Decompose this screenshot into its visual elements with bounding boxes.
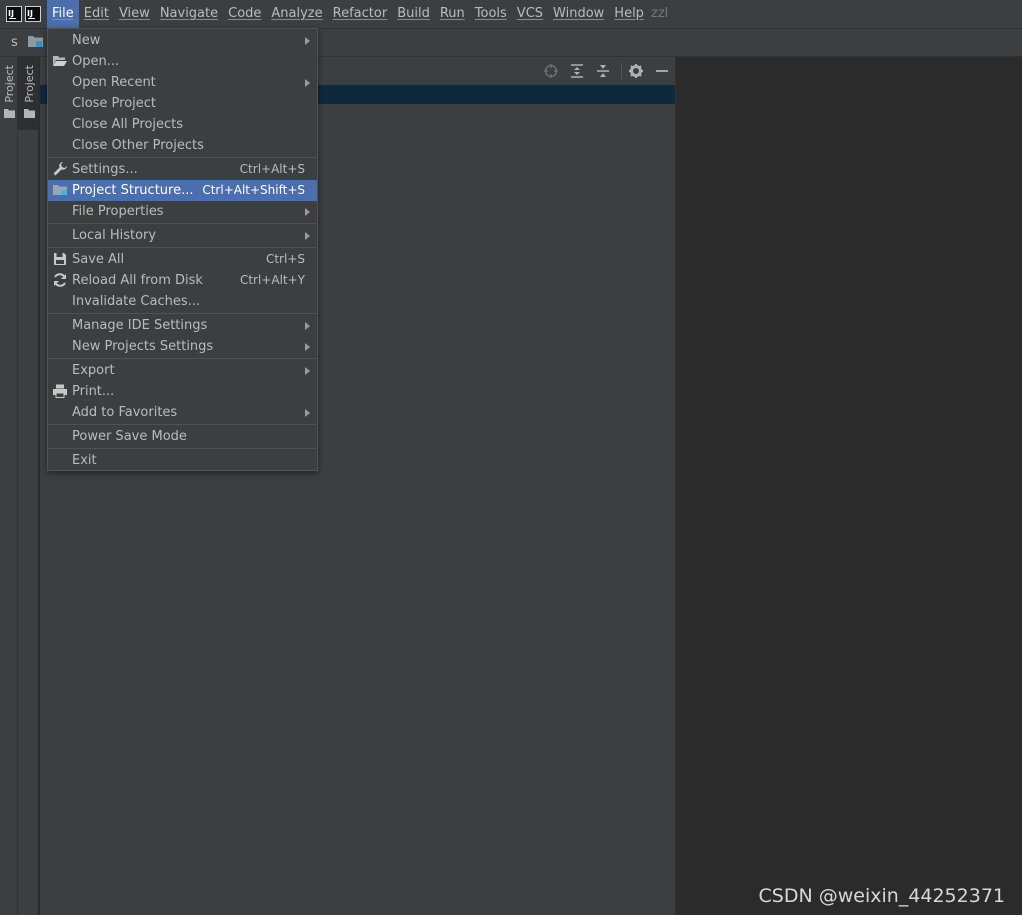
project-tool-tab[interactable]: Project <box>23 65 36 103</box>
toolbar-separator <box>621 63 622 79</box>
menu-item-label: Open Recent <box>72 75 156 90</box>
window-title: zzl <box>651 6 669 21</box>
menu-item-open[interactable]: Open... <box>48 51 317 72</box>
menu-item-close-project[interactable]: Close Project <box>48 93 317 114</box>
menu-window[interactable]: Window <box>548 0 609 28</box>
menu-item-label: Exit <box>72 453 97 468</box>
menu-item-label: Close All Projects <box>72 117 184 132</box>
menu-item-reload-all-from-disk[interactable]: Reload All from Disk Ctrl+Alt+Y <box>48 270 317 291</box>
menu-item-new-projects-settings[interactable]: New Projects Settings <box>48 336 317 357</box>
menu-separator <box>48 448 317 449</box>
submenu-arrow-icon <box>305 37 310 45</box>
menu-item-power-save-mode[interactable]: Power Save Mode <box>48 426 317 447</box>
submenu-arrow-icon <box>305 208 310 216</box>
save-icon <box>54 253 66 265</box>
locate-icon[interactable] <box>543 63 559 79</box>
menu-item-label: Project Structure... <box>72 183 194 198</box>
menu-item-shortcut: Ctrl+S <box>265 252 305 266</box>
gear-icon[interactable] <box>628 63 644 79</box>
menu-item-print[interactable]: Print... <box>48 381 317 402</box>
minimize-icon[interactable] <box>654 63 670 79</box>
breadcrumb[interactable]: s <box>11 35 18 50</box>
menu-view[interactable]: View <box>114 0 155 28</box>
menu-separator <box>48 358 317 359</box>
menu-code[interactable]: Code <box>223 0 266 28</box>
menu-item-new[interactable]: New <box>48 30 317 51</box>
menu-item-close-all-projects[interactable]: Close All Projects <box>48 114 317 135</box>
menu-run[interactable]: Run <box>435 0 470 28</box>
menu-item-label: New <box>72 33 101 48</box>
submenu-arrow-icon <box>305 79 310 87</box>
refresh-icon <box>54 273 66 287</box>
menu-item-export[interactable]: Export <box>48 360 317 381</box>
editor-area <box>676 57 1022 915</box>
menu-item-label: Manage IDE Settings <box>72 318 208 333</box>
tool-window-strip: Project <box>18 57 39 915</box>
menu-refactor[interactable]: Refactor <box>328 0 393 28</box>
menu-item-label: Open... <box>72 54 120 69</box>
open-folder-icon <box>53 56 67 66</box>
menu-item-label: Export <box>72 363 115 378</box>
menu-tools[interactable]: Tools <box>470 0 512 28</box>
menu-file[interactable]: File <box>47 0 79 28</box>
menu-item-exit[interactable]: Exit <box>48 450 317 471</box>
menu-item-open-recent[interactable]: Open Recent <box>48 72 317 93</box>
menu-build[interactable]: Build <box>392 0 435 28</box>
menu-item-label: Power Save Mode <box>72 429 187 444</box>
menu-separator <box>48 424 317 425</box>
expand-all-icon[interactable] <box>569 63 585 79</box>
menu-item-project-structure[interactable]: Project Structure... Ctrl+Alt+Shift+S <box>48 180 317 201</box>
menu-vcs[interactable]: VCS <box>512 0 548 28</box>
menu-item-add-to-favorites[interactable]: Add to Favorites <box>48 402 317 423</box>
submenu-arrow-icon <box>305 232 310 240</box>
project-tool-tab[interactable]: Project <box>3 65 16 103</box>
menu-item-save-all[interactable]: Save All Ctrl+S <box>48 249 317 270</box>
menu-item-label: Add to Favorites <box>72 405 178 420</box>
menu-item-label: Close Project <box>72 96 157 111</box>
intellij-logo-icon: IJ <box>6 6 22 22</box>
menu-item-invalidate-caches[interactable]: Invalidate Caches... <box>48 291 317 312</box>
menu-item-close-other-projects[interactable]: Close Other Projects <box>48 135 317 156</box>
folder-icon <box>28 36 43 47</box>
tool-window-strip: Project <box>0 57 18 915</box>
menu-item-label: Invalidate Caches... <box>72 294 201 309</box>
project-structure-icon <box>53 185 67 195</box>
menu-item-label: Save All <box>72 252 125 267</box>
menu-help[interactable]: Help <box>609 0 649 28</box>
submenu-arrow-icon <box>305 367 310 375</box>
printer-icon <box>53 384 67 398</box>
folder-icon <box>4 109 15 118</box>
menu-edit[interactable]: Edit <box>79 0 114 28</box>
intellij-logo-icon: IJ <box>25 6 41 22</box>
folder-icon <box>24 109 35 118</box>
menu-item-manage-ide-settings[interactable]: Manage IDE Settings <box>48 315 317 336</box>
submenu-arrow-icon <box>305 409 310 417</box>
wrench-icon <box>53 162 67 176</box>
menu-item-label: Local History <box>72 228 157 243</box>
menu-separator <box>48 157 317 158</box>
file-menu-dropdown: New Open... Open Recent Close Project Cl… <box>47 28 318 471</box>
menu-item-local-history[interactable]: Local History <box>48 225 317 246</box>
menu-separator <box>48 313 317 314</box>
menu-bar: IJ IJ File Edit View Navigate Code Analy… <box>0 0 1022 29</box>
menu-separator <box>48 247 317 248</box>
menu-analyze[interactable]: Analyze <box>266 0 327 28</box>
menu-item-file-properties[interactable]: File Properties <box>48 201 317 222</box>
menu-separator <box>48 223 317 224</box>
menu-item-label: File Properties <box>72 204 164 219</box>
menu-item-shortcut: Ctrl+Alt+Shift+S <box>202 183 305 197</box>
menu-item-settings[interactable]: Settings... Ctrl+Alt+S <box>48 159 317 180</box>
menu-item-label: Reload All from Disk <box>72 273 203 288</box>
menu-item-shortcut: Ctrl+Alt+Y <box>239 273 305 287</box>
watermark: CSDN @weixin_44252371 <box>758 885 1006 907</box>
submenu-arrow-icon <box>305 343 310 351</box>
menu-item-label: Print... <box>72 384 115 399</box>
menu-item-label: New Projects Settings <box>72 339 214 354</box>
menu-item-label: Close Other Projects <box>72 138 204 153</box>
submenu-arrow-icon <box>305 322 310 330</box>
collapse-all-icon[interactable] <box>595 63 611 79</box>
menu-navigate[interactable]: Navigate <box>155 0 223 28</box>
menu-item-label: Settings... <box>72 162 138 177</box>
menu-item-shortcut: Ctrl+Alt+S <box>239 162 305 176</box>
